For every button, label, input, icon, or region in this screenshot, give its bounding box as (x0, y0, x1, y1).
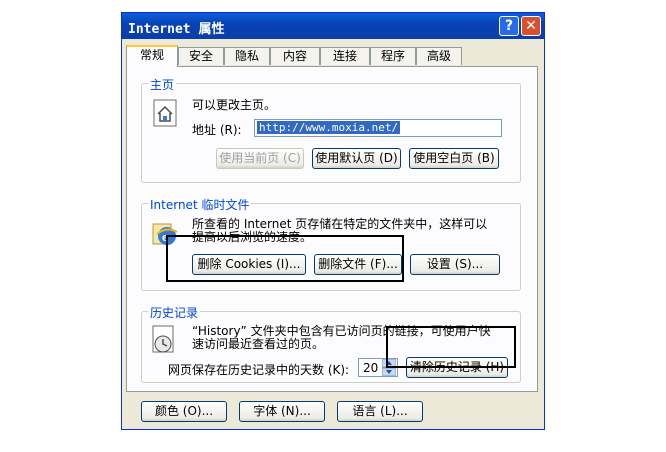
homepage-desc: 可以更改主页。 (192, 98, 277, 112)
history-group-title: 历史记录 (148, 304, 201, 321)
highlight-box-clear-history (386, 326, 516, 368)
tab-security[interactable]: 安全 (178, 47, 224, 65)
history-icon (152, 325, 174, 353)
homepage-group-title: 主页 (148, 76, 177, 93)
tab-programs[interactable]: 程序 (370, 47, 416, 65)
history-days-value: 20 (363, 361, 379, 375)
tab-privacy[interactable]: 隐私 (224, 47, 270, 65)
colors-button[interactable]: 颜色 (O)... (141, 401, 227, 422)
help-button[interactable]: ? (499, 16, 519, 36)
window-title: Internet 属性 (128, 22, 225, 37)
home-page-icon (153, 99, 177, 127)
address-value: http://www.moxia.net/ (257, 121, 401, 134)
fonts-button[interactable]: 字体 (N)... (239, 401, 325, 422)
address-label: 地址 (R): (192, 123, 242, 137)
settings-button[interactable]: 设置 (S)... (410, 254, 500, 275)
history-desc-line2: 速访问最近查看过的页。 (192, 337, 325, 351)
close-button[interactable]: ✕ (521, 16, 541, 36)
tab-content[interactable]: 内容 (270, 47, 320, 65)
title-bar[interactable]: Internet 属性 ? ✕ (122, 13, 544, 39)
temp-files-group-title: Internet 临时文件 (148, 196, 252, 213)
history-days-label: 网页保存在历史记录中的天数 (K): (168, 363, 350, 377)
tab-connections[interactable]: 连接 (320, 47, 370, 65)
highlight-box-delete (166, 235, 404, 282)
use-current-button[interactable]: 使用当前页 (C) (216, 148, 304, 169)
address-input[interactable]: http://www.moxia.net/ (254, 119, 502, 137)
languages-button[interactable]: 语言 (L)... (337, 401, 423, 422)
use-blank-button[interactable]: 使用空白页 (B) (409, 148, 499, 169)
homepage-group: 主页 可以更改主页。 地址 (R): http://www.moxia.net/… (141, 76, 521, 183)
tab-advanced[interactable]: 高级 (416, 47, 462, 65)
use-default-button[interactable]: 使用默认页 (D) (312, 148, 401, 169)
tab-general[interactable]: 常规 (126, 45, 178, 67)
